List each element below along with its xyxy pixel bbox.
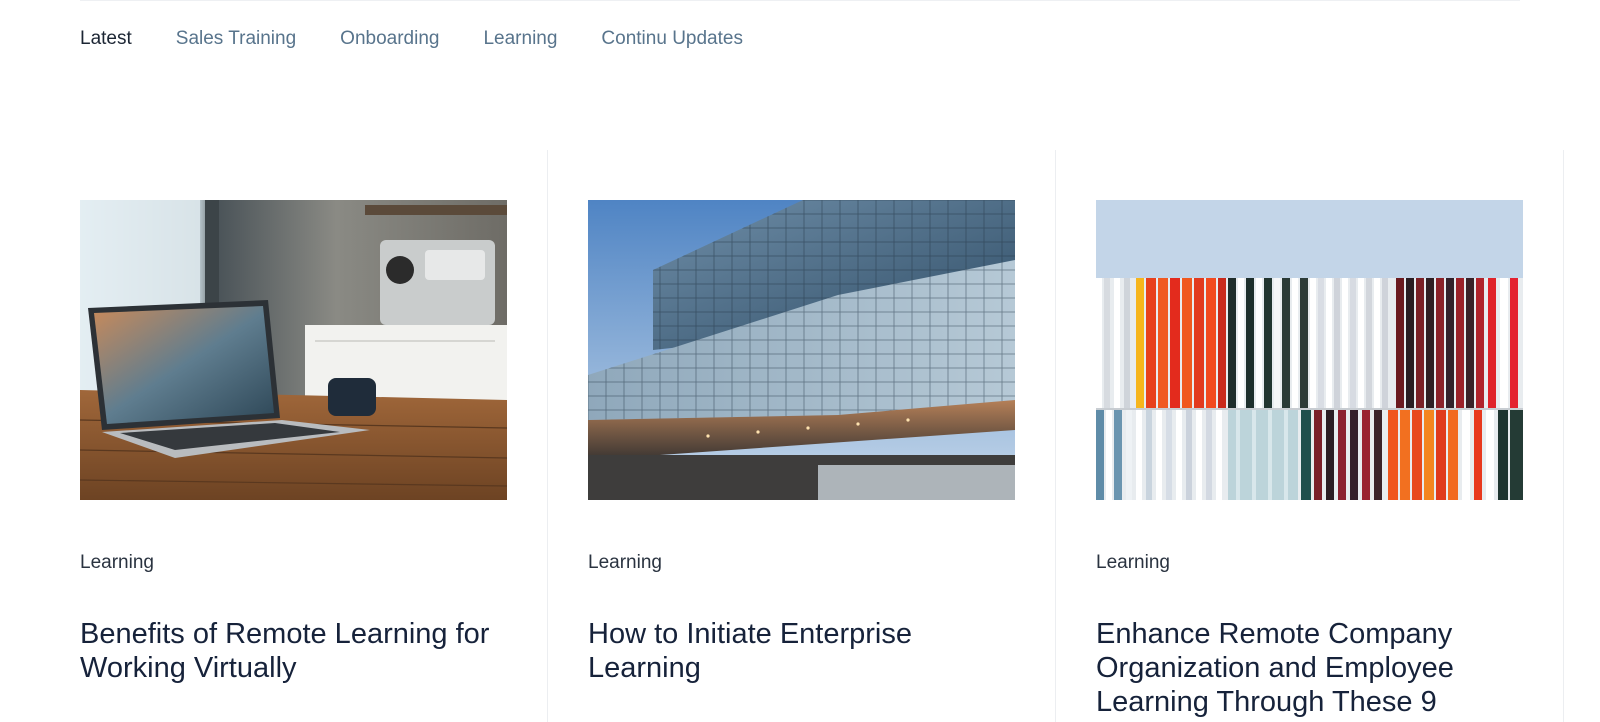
article-grid: Learning Benefits of Remote Learning for… <box>0 150 1600 722</box>
article-card[interactable]: Learning Benefits of Remote Learning for… <box>80 150 507 722</box>
tab-sales-training[interactable]: Sales Training <box>176 26 296 52</box>
card-title[interactable]: Enhance Remote Company Organization and … <box>1096 617 1526 719</box>
colorful-striped-facade-photo[interactable] <box>1096 200 1523 500</box>
article-card[interactable]: Learning How to Initiate Enterprise Lear… <box>588 150 1015 722</box>
column-divider <box>1055 150 1056 722</box>
laptop-on-wooden-table-photo[interactable] <box>80 200 507 500</box>
glass-office-building-photo[interactable] <box>588 200 1015 500</box>
column-divider <box>1563 150 1564 722</box>
tab-learning[interactable]: Learning <box>483 26 557 52</box>
card-category[interactable]: Learning <box>1096 550 1170 576</box>
article-card[interactable]: Learning Enhance Remote Company Organiza… <box>1096 150 1523 722</box>
category-tabs: Latest Sales Training Onboarding Learnin… <box>80 26 743 52</box>
column-divider <box>547 150 548 722</box>
tab-onboarding[interactable]: Onboarding <box>340 26 439 52</box>
card-title[interactable]: How to Initiate Enterprise Learning <box>588 617 1018 685</box>
top-divider <box>80 0 1520 1</box>
tab-continu-updates[interactable]: Continu Updates <box>601 26 743 52</box>
blog-page: Latest Sales Training Onboarding Learnin… <box>0 0 1600 722</box>
card-category[interactable]: Learning <box>80 550 154 576</box>
card-title[interactable]: Benefits of Remote Learning for Working … <box>80 617 510 685</box>
card-category[interactable]: Learning <box>588 550 662 576</box>
tab-latest[interactable]: Latest <box>80 26 132 52</box>
